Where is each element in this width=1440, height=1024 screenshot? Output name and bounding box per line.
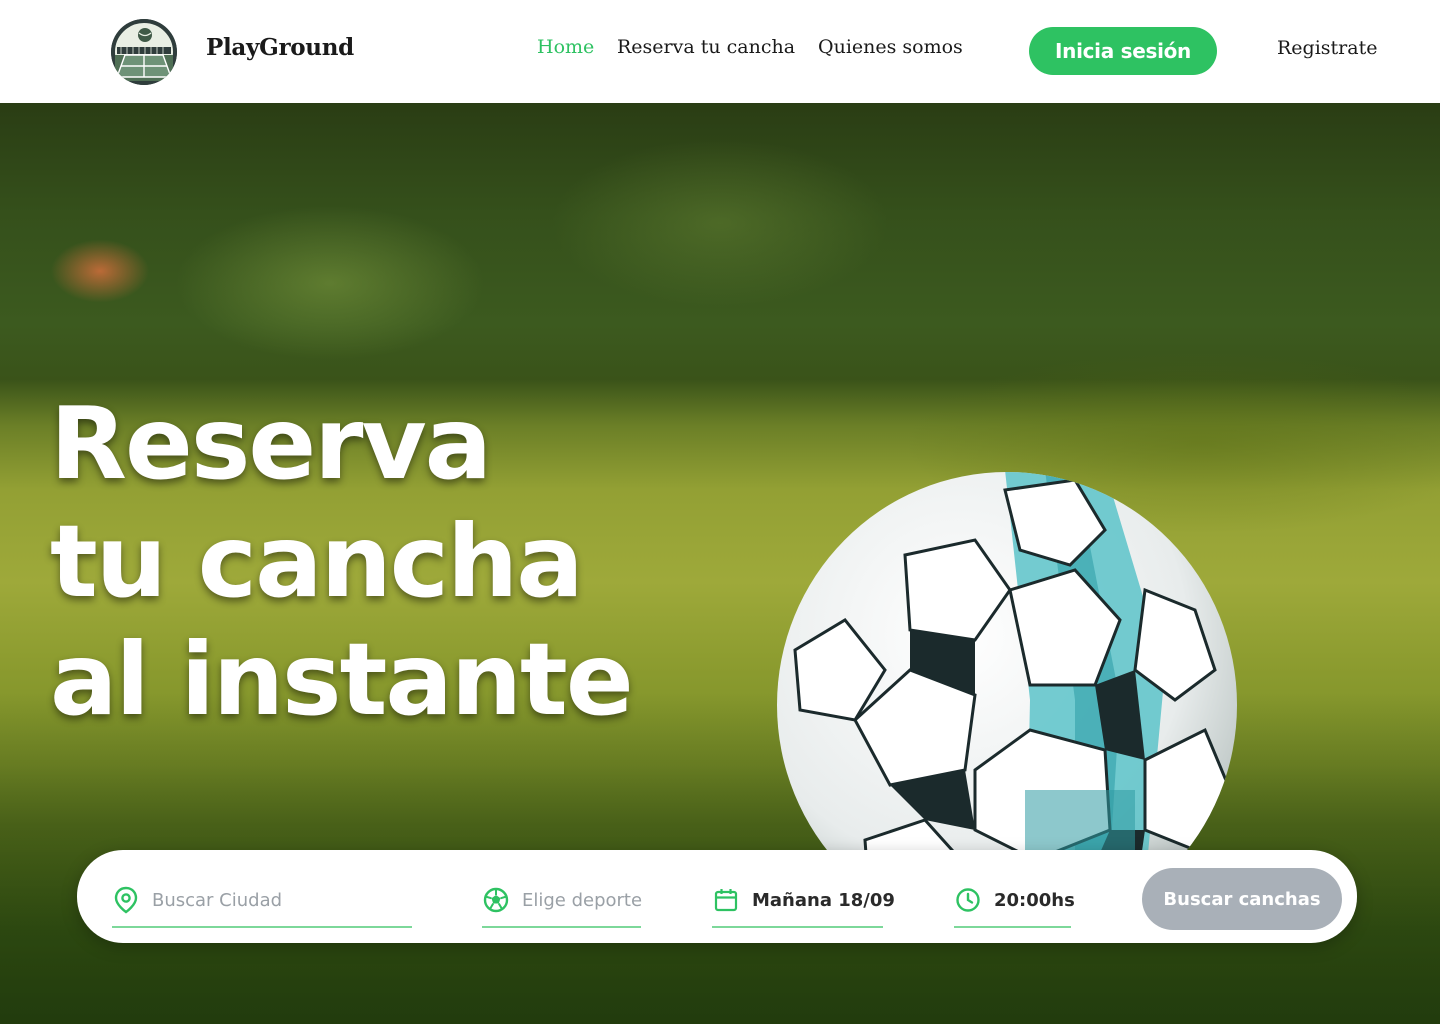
login-button[interactable]: Inicia sesión: [1029, 27, 1217, 75]
headline-line-1: Reserva: [50, 385, 492, 502]
date-field[interactable]: Mañana 18/09: [712, 874, 895, 928]
brand-name[interactable]: PlayGround: [206, 34, 354, 61]
time-field[interactable]: 20:00hs: [954, 874, 1075, 928]
time-value: 20:00hs: [994, 889, 1075, 911]
calendar-icon: [712, 886, 740, 914]
hero-headline: Reserva tu cancha al instante: [50, 385, 634, 739]
city-placeholder: Buscar Ciudad: [152, 889, 283, 911]
logo[interactable]: [111, 19, 177, 85]
search-courts-button[interactable]: Buscar canchas: [1142, 868, 1342, 930]
headline-line-3: al instante: [50, 621, 634, 738]
soccer-ball-icon: [482, 886, 510, 914]
nav-reserva-tu-cancha[interactable]: Reserva tu cancha: [617, 36, 795, 58]
date-value: Mañana 18/09: [752, 889, 895, 911]
sport-field[interactable]: Elige deporte: [482, 874, 643, 928]
tennis-court-icon: [111, 19, 177, 85]
city-field[interactable]: Buscar Ciudad: [112, 874, 412, 928]
search-bar: Buscar Ciudad Elige deporte Mañana 18/09…: [77, 850, 1357, 943]
nav-quienes-somos[interactable]: Quienes somos: [818, 36, 963, 58]
sport-placeholder: Elige deporte: [522, 889, 643, 911]
location-pin-icon: [112, 886, 140, 914]
hero-section: Reserva tu cancha al instante Buscar Ciu…: [0, 103, 1440, 1024]
site-header: PlayGround Home Reserva tu cancha Quiene…: [0, 0, 1440, 103]
headline-line-2: tu cancha: [50, 503, 584, 620]
clock-icon: [954, 886, 982, 914]
register-link[interactable]: Registrate: [1277, 37, 1377, 59]
nav-home[interactable]: Home: [537, 36, 594, 58]
